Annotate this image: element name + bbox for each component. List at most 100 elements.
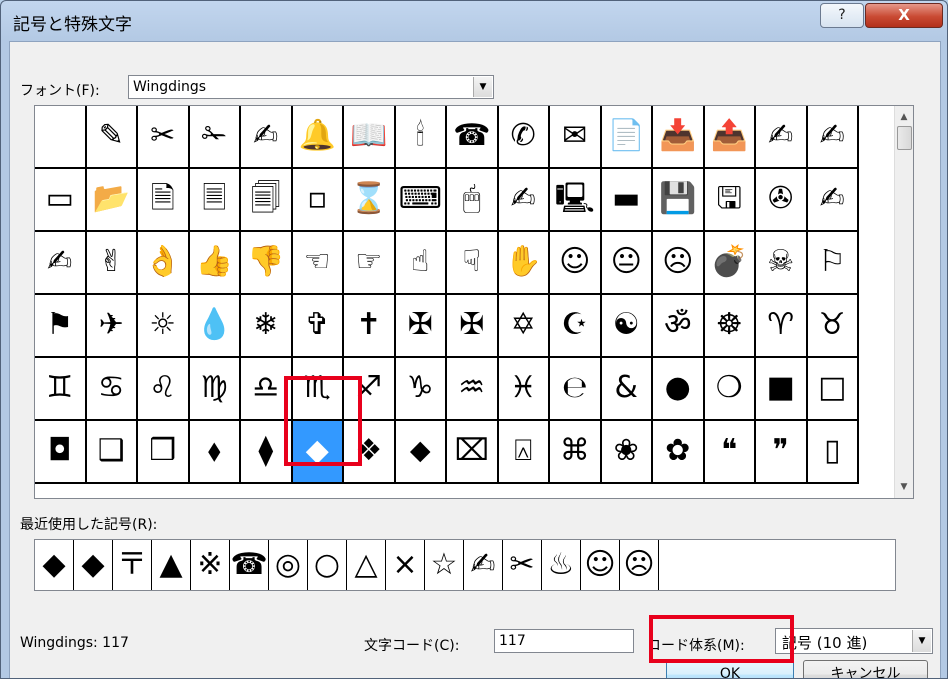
symbol-cell[interactable]: ⌨ [395, 169, 447, 232]
symbol-cell[interactable]: ☪ [550, 295, 602, 358]
symbol-grid[interactable]: ✎ ✂ ✁ ✍ 🔔 📖 🕯 ☎ ✆ ✉ 📄 📥 📤 ✍ ✍ ▭ 📂 🗎 🗏 🗐 ▫ ⌛ ⌨ 🖱 ✍ 🖳 ▬ 💾 🖫 ✇ ✍ ✍ ✌ 👌 👍 👎 ☜ ☞ ☝ ☟… [34, 105, 914, 499]
symbol-cell[interactable]: ⬧ [189, 421, 241, 484]
symbol-cell[interactable]: ✠ [447, 295, 499, 358]
symbol-cell[interactable] [35, 106, 87, 169]
symbol-cell[interactable]: 💾 [653, 169, 705, 232]
symbol-cell[interactable]: ✆ [498, 106, 550, 169]
symbol-cell[interactable]: ✡ [498, 295, 550, 358]
symbol-cell[interactable]: 💣 [704, 232, 756, 295]
title-bar[interactable]: 記号と特殊文字 ? X [1, 1, 947, 41]
symbol-cell[interactable]: ❒ [138, 421, 190, 484]
symbol-cell[interactable]: ♍ [189, 358, 241, 421]
symbol-cell[interactable]: ☺ [550, 232, 602, 295]
symbol-cell[interactable]: ☟ [447, 232, 499, 295]
close-button[interactable]: X [865, 3, 943, 28]
symbol-cell[interactable]: 📤 [704, 106, 756, 169]
symbol-cell[interactable]: 😐 [601, 232, 653, 295]
symbol-cell[interactable]: 📖 [344, 106, 396, 169]
symbol-cell[interactable]: ⧫ [241, 421, 293, 484]
symbol-cell[interactable]: ✍ [807, 106, 859, 169]
symbol-cell[interactable]: □ [807, 358, 859, 421]
symbol-cell[interactable]: ☼ [138, 295, 190, 358]
symbol-cell[interactable]: ♎ [241, 358, 293, 421]
symbol-cell[interactable]: ✉ [550, 106, 602, 169]
symbol-cell[interactable]: 🗏 [189, 169, 241, 232]
symbol-cell[interactable]: ▭ [35, 169, 87, 232]
symbol-cell[interactable]: ❄ [241, 295, 293, 358]
recent-symbol-cell[interactable]: ☺ [581, 540, 620, 590]
symbol-cell[interactable]: 👌 [138, 232, 190, 295]
symbol-cell[interactable]: ✎ [86, 106, 138, 169]
symbol-cell[interactable]: ● [653, 358, 705, 421]
symbol-cell[interactable]: ✋ [498, 232, 550, 295]
symbol-cell[interactable]: ▫ [292, 169, 344, 232]
recent-symbol-cell[interactable]: ▲ [152, 540, 191, 590]
recent-symbol-cell[interactable]: ☎ [230, 540, 269, 590]
recent-symbol-cell[interactable]: ◆ [74, 540, 113, 590]
symbol-cell[interactable]: ℮ [550, 358, 602, 421]
symbol-cell[interactable]: ⌛ [344, 169, 396, 232]
symbol-cell[interactable]: ✁ [189, 106, 241, 169]
cancel-button[interactable]: キャンセル [803, 660, 928, 678]
symbol-cell[interactable]: ☜ [292, 232, 344, 295]
code-system-dropdown[interactable]: 記号 (10 進) ▼ [775, 628, 933, 654]
symbol-cell[interactable]: ✈ [86, 295, 138, 358]
recent-symbol-cell[interactable]: △ [347, 540, 386, 590]
symbol-cell[interactable]: ✿ [653, 421, 705, 484]
symbol-cell[interactable]: ❀ [601, 421, 653, 484]
symbol-cell[interactable]: 📂 [86, 169, 138, 232]
symbol-cell[interactable]: ॐ [653, 295, 705, 358]
symbol-cell[interactable]: ⍓ [498, 421, 550, 484]
symbol-cell[interactable]: ❝ [704, 421, 756, 484]
symbol-cell[interactable]: ✞ [292, 295, 344, 358]
symbol-cell[interactable]: ☞ [344, 232, 396, 295]
recent-symbol-cell[interactable]: ☆ [425, 540, 464, 590]
symbol-cell[interactable]: ✂ [138, 106, 190, 169]
symbol-cell[interactable]: ☹ [653, 232, 705, 295]
recent-symbol-cell[interactable]: ☹ [620, 540, 659, 590]
symbol-cell[interactable]: ❞ [756, 421, 808, 484]
symbol-cell[interactable]: 🖳 [550, 169, 602, 232]
symbol-cell[interactable]: ♋ [86, 358, 138, 421]
symbol-cell[interactable]: 🕯 [395, 106, 447, 169]
symbol-cell[interactable]: ♉ [807, 295, 859, 358]
symbol-cell[interactable]: 🗐 [241, 169, 293, 232]
symbol-cell[interactable]: ✍ [241, 106, 293, 169]
symbol-cell[interactable]: ✇ [756, 169, 808, 232]
symbol-cell[interactable]: ❑ [86, 421, 138, 484]
symbol-cell[interactable]: ✝ [344, 295, 396, 358]
symbol-cell[interactable]: ✠ [395, 295, 447, 358]
symbol-cell[interactable]: ⚐ [807, 232, 859, 295]
scroll-down-icon[interactable]: ▼ [895, 478, 913, 496]
symbol-cell[interactable]: ♏ [292, 358, 344, 421]
symbol-cell[interactable]: ✍ [35, 232, 87, 295]
font-dropdown[interactable]: Wingdings ▼ [128, 75, 494, 99]
recent-symbol-cell[interactable]: ◎ [269, 540, 308, 590]
symbol-cell[interactable]: ☎ [447, 106, 499, 169]
recent-symbol-cell[interactable]: ♨ [542, 540, 581, 590]
symbol-cell[interactable]: ✍ [807, 169, 859, 232]
scroll-thumb[interactable] [897, 126, 912, 150]
scroll-up-icon[interactable]: ▲ [895, 108, 913, 126]
symbol-cell[interactable]: & [601, 358, 653, 421]
symbol-cell[interactable]: ♈ [756, 295, 808, 358]
symbol-cell[interactable]: ⬥ [395, 421, 447, 484]
symbol-cell[interactable]: ▬ [601, 169, 653, 232]
symbol-cell[interactable]: ❍ [704, 358, 756, 421]
grid-scrollbar[interactable]: ▲ ▼ [894, 106, 913, 498]
symbol-cell[interactable]: 📄 [601, 106, 653, 169]
recent-symbol-cell[interactable]: ◆ [35, 540, 74, 590]
symbol-cell[interactable]: ◘ [35, 421, 87, 484]
symbol-cell[interactable]: ✌ [86, 232, 138, 295]
recent-symbol-cell[interactable]: ✍ [464, 540, 503, 590]
symbol-cell[interactable]: ■ [756, 358, 808, 421]
char-code-input[interactable]: 117 [494, 629, 634, 653]
recent-symbol-cell[interactable]: × [386, 540, 425, 590]
symbol-cell[interactable]: ✍ [498, 169, 550, 232]
chevron-down-icon[interactable]: ▼ [912, 630, 931, 652]
symbol-cell[interactable]: 🗎 [138, 169, 190, 232]
symbol-cell[interactable]: ✍ [756, 106, 808, 169]
symbol-cell[interactable]: ⚑ [35, 295, 87, 358]
symbol-cell[interactable]: ☝ [395, 232, 447, 295]
symbol-cell[interactable]: ☸ [704, 295, 756, 358]
